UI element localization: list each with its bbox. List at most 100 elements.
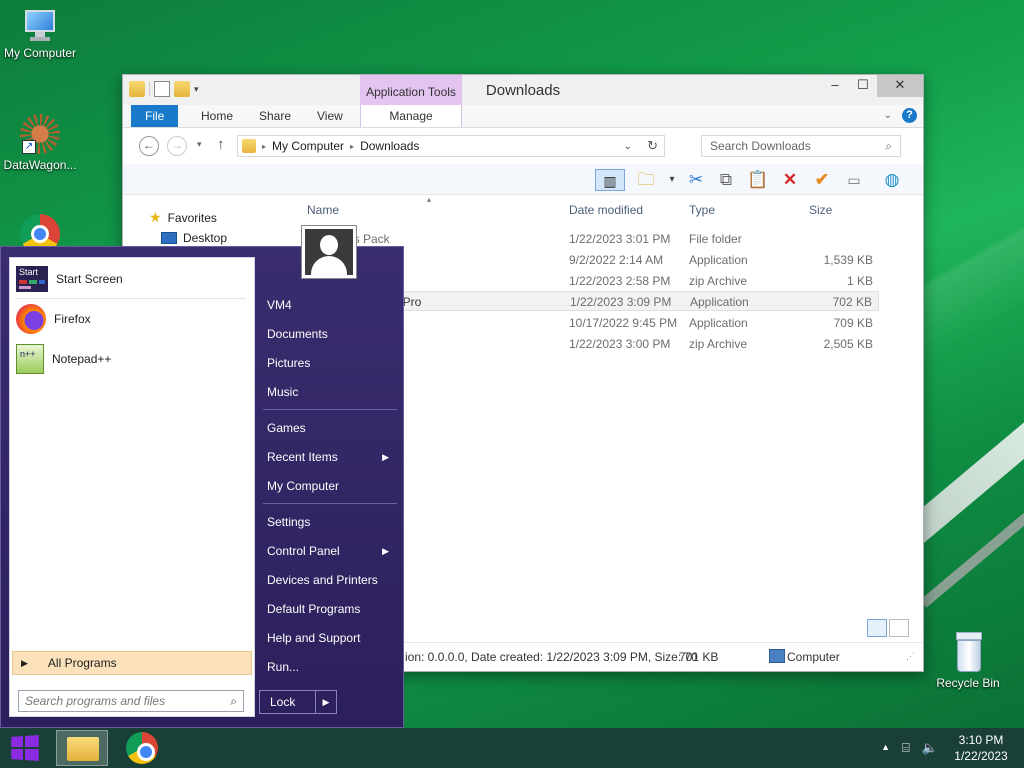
tab-view[interactable]: View <box>303 105 357 127</box>
start-button[interactable] <box>0 728 48 768</box>
lock-button[interactable]: Lock ▶ <box>259 690 337 714</box>
desktop-icon-datawagon[interactable]: ↗ DataWagon... <box>0 114 80 172</box>
start-search-input[interactable]: Search programs and files ⌕ <box>18 690 244 712</box>
start-item-music[interactable]: Music <box>259 380 397 404</box>
copy-icon[interactable]: ⧉ <box>715 169 737 191</box>
recycle-bin-icon <box>953 632 983 672</box>
address-bar[interactable]: ▸ My Computer ▸ Downloads ⌄ ↻ <box>237 135 665 157</box>
back-button[interactable]: ← <box>139 136 159 156</box>
program-notepad-plus-plus[interactable]: n++ Notepad++ <box>16 340 246 378</box>
expand-ribbon-icon[interactable]: ⌄ <box>884 110 892 121</box>
taskbar-chrome[interactable] <box>116 730 168 766</box>
start-screen-icon: Start <box>16 266 48 292</box>
status-details: ion: 0.0.0.0, Date created: 1/22/2023 3:… <box>405 650 698 664</box>
desktop-icon-label: Recycle Bin <box>936 676 1000 690</box>
taskbar: ▲ ⌸ 🔈 3:10 PM 1/22/2023 <box>0 728 1024 768</box>
start-item-help-and-support[interactable]: Help and Support <box>259 626 397 650</box>
breadcrumb-separator-icon: ▸ <box>350 141 355 151</box>
tab-home[interactable]: Home <box>187 105 247 127</box>
row-date: 1/22/2023 3:00 PM <box>569 337 671 351</box>
globe-icon[interactable]: ◍ <box>881 169 903 191</box>
sort-ascending-icon: ▴ <box>427 195 432 204</box>
cut-icon[interactable]: ✂ <box>685 169 707 191</box>
desktop-icon-recycle-bin[interactable]: Recycle Bin <box>928 632 1008 690</box>
clock-time: 3:10 PM <box>958 733 1004 747</box>
start-item-games[interactable]: Games <box>259 416 397 440</box>
clock[interactable]: 3:10 PM 1/22/2023 <box>946 732 1016 764</box>
refresh-icon[interactable]: ↻ <box>647 138 658 154</box>
show-hidden-icons-icon[interactable]: ▲ <box>881 740 890 756</box>
submenu-arrow-icon: ▶ <box>382 452 389 462</box>
computer-status-icon <box>769 649 785 663</box>
program-firefox[interactable]: Firefox <box>16 300 246 338</box>
options-dropdown-icon[interactable]: ▾ <box>661 169 683 191</box>
large-icons-view-icon[interactable] <box>889 619 909 637</box>
nav-item-desktop[interactable]: Desktop <box>161 231 227 245</box>
tab-manage[interactable]: Manage <box>360 105 462 127</box>
file-explorer-icon <box>67 737 99 761</box>
start-item-devices-and-printers[interactable]: Devices and Printers <box>259 568 397 592</box>
recent-locations-icon[interactable]: ▾ <box>197 139 202 150</box>
row-type: Application <box>689 253 748 267</box>
start-item-documents[interactable]: Documents <box>259 322 397 346</box>
taskbar-file-explorer[interactable] <box>56 730 108 766</box>
preview-pane-icon[interactable]: ▥ <box>595 169 625 191</box>
start-item-recent-items[interactable]: Recent Items ▶ <box>259 445 397 469</box>
title-bar[interactable]: ▾ Application Tools Downloads – ☐ ✕ <box>123 75 923 105</box>
divider <box>16 298 246 299</box>
start-item-default-programs[interactable]: Default Programs <box>259 597 397 621</box>
breadcrumb-downloads[interactable]: Downloads <box>360 139 419 153</box>
folder-options-icon[interactable]: 🗀 <box>635 169 657 191</box>
ribbon-tabs: File Home Share View Manage ⌄ ? <box>123 105 923 128</box>
check-icon[interactable]: ✔ <box>811 169 833 191</box>
nav-item-favorites[interactable]: ★ Favorites <box>149 209 217 226</box>
expand-arrow-icon: ▶ <box>21 657 28 668</box>
search-icon: ⌕ <box>230 694 237 708</box>
start-item-my-computer[interactable]: My Computer <box>259 474 397 498</box>
firefox-icon <box>16 304 46 334</box>
all-programs-label: All Programs <box>47 656 117 670</box>
start-item-settings[interactable]: Settings <box>259 510 397 534</box>
shortcut-arrow-icon: ↗ <box>22 140 36 154</box>
breadcrumb-my-computer[interactable]: My Computer <box>272 139 344 153</box>
resize-grip-icon[interactable]: ⋰ <box>906 651 915 662</box>
rename-icon[interactable]: ▭ <box>843 169 865 191</box>
computer-icon <box>21 10 59 42</box>
shutdown-options-arrow-icon[interactable]: ▶ <box>315 691 336 713</box>
help-icon[interactable]: ? <box>902 108 917 123</box>
column-size[interactable]: Size <box>809 203 832 217</box>
navigation-bar: ← → ▾ ↑ ▸ My Computer ▸ Downloads ⌄ ↻ Se… <box>123 128 923 164</box>
column-name[interactable]: Name <box>307 203 339 217</box>
row-type: File folder <box>689 232 742 246</box>
address-dropdown-icon[interactable]: ⌄ <box>624 141 632 152</box>
start-item-control-panel[interactable]: Control Panel ▶ <box>259 539 397 563</box>
lock-label: Lock <box>270 695 296 709</box>
maximize-button[interactable]: ☐ <box>849 75 877 97</box>
start-item-pictures[interactable]: Pictures <box>259 351 397 375</box>
column-type[interactable]: Type <box>689 203 715 217</box>
user-avatar <box>301 225 357 279</box>
search-input[interactable]: Search Downloads ⌕ <box>701 135 901 157</box>
column-date-modified[interactable]: Date modified <box>569 203 643 217</box>
all-programs-button[interactable]: ▶ All Programs <box>12 651 252 675</box>
nav-desktop-label: Desktop <box>183 231 228 245</box>
row-size: 2,505 KB <box>823 337 873 351</box>
delete-icon[interactable]: ✕ <box>779 169 801 191</box>
tab-file[interactable]: File <box>131 105 179 127</box>
start-item-vm4[interactable]: VM4 <box>259 293 397 317</box>
notepad-plus-plus-icon: n++ <box>16 344 44 374</box>
forward-button[interactable]: → <box>167 136 187 156</box>
program-start-screen[interactable]: Start Start Screen <box>16 260 246 298</box>
search-icon: ⌕ <box>885 139 892 153</box>
tab-share[interactable]: Share <box>245 105 305 127</box>
volume-icon[interactable]: 🔈 <box>922 740 938 756</box>
minimize-button[interactable]: – <box>821 75 849 97</box>
network-icon[interactable]: ⌸ <box>902 740 910 756</box>
details-view-icon[interactable] <box>867 619 887 637</box>
windows-logo-icon <box>11 735 39 761</box>
up-button[interactable]: ↑ <box>217 136 225 153</box>
desktop-icon-my-computer[interactable]: My Computer <box>0 10 80 60</box>
close-button[interactable]: ✕ <box>877 75 923 97</box>
paste-icon[interactable]: 📋 <box>747 169 769 191</box>
start-item-run[interactable]: Run... <box>259 655 397 679</box>
